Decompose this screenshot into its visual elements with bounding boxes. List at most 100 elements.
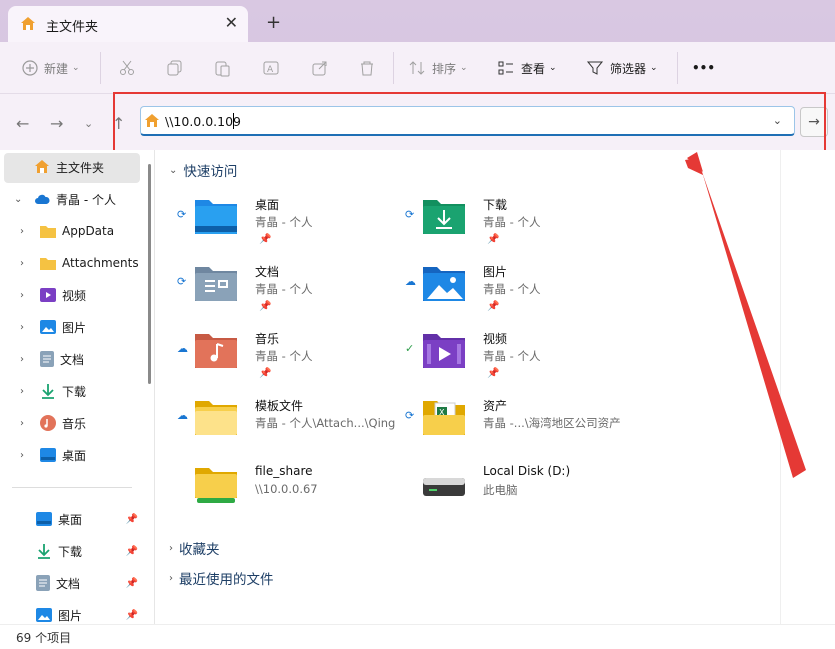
filter-button[interactable]: 筛选器 ⌄ — [586, 56, 658, 80]
item-name: 视频 — [483, 332, 508, 346]
share-button[interactable] — [311, 56, 335, 80]
sidebar-item-label: 文档 — [60, 352, 85, 367]
paste-button[interactable] — [213, 56, 237, 80]
quick-item-documents[interactable]: ⟳ 文档 青晶 - 个人 📌 — [177, 261, 397, 321]
copy-button[interactable] — [166, 56, 190, 80]
pin-icon[interactable]: 📌 — [126, 514, 138, 525]
sidebar-item-desktop[interactable]: › 桌面 — [20, 444, 86, 466]
quick-item-videos[interactable]: ✓ 视频 青晶 - 个人 📌 — [405, 328, 625, 388]
view-icon — [498, 61, 513, 75]
sidebar-item-attachments[interactable]: › Attachments — [20, 252, 139, 274]
sidebar-pinned-pictures[interactable]: 图片 📌 — [36, 604, 146, 626]
check-circle-icon: ✓ — [405, 342, 415, 355]
recent-locations-chevron-icon[interactable]: ⌄ — [84, 117, 93, 130]
cloud-icon: ☁ — [177, 342, 188, 355]
quick-item-desktop[interactable]: ⟳ 桌面 青晶 - 个人 📌 — [177, 194, 397, 254]
sidebar-pinned-documents[interactable]: 文档 📌 — [36, 572, 146, 594]
chevron-down-icon: ⌄ — [169, 164, 178, 176]
sidebar-scrollbar[interactable] — [148, 164, 151, 384]
quick-item-templates[interactable]: ☁ 模板文件 青晶 - 个人\Attach...\Qing — [177, 395, 397, 455]
item-location: 青晶 -...\海湾地区公司资产 — [483, 416, 621, 430]
chevron-down-icon[interactable]: ⌄ — [14, 194, 28, 205]
cut-button[interactable] — [118, 56, 142, 80]
sidebar-item-music[interactable]: › 音乐 — [20, 412, 86, 434]
content-scrollbar-track[interactable] — [780, 150, 781, 624]
quick-item-downloads[interactable]: ⟳ 下载 青晶 - 个人 📌 — [405, 194, 625, 254]
section-title: 最近使用的文件 — [179, 572, 274, 588]
quick-item-music[interactable]: ☁ 音乐 青晶 - 个人 📌 — [177, 328, 397, 388]
folder-icon — [40, 224, 56, 238]
sidebar-item-label: 下载 — [58, 544, 83, 559]
pin-icon[interactable]: 📌 — [126, 546, 138, 557]
home-icon — [20, 16, 36, 35]
item-name: file_share — [255, 464, 313, 478]
chevron-right-icon: › — [20, 289, 24, 301]
back-arrow-icon[interactable]: ← — [16, 114, 29, 133]
section-title: 收藏夹 — [179, 542, 220, 558]
sort-icon — [409, 61, 425, 75]
favorites-header[interactable]: › 收藏夹 — [169, 538, 220, 558]
item-count: 69 个项目 — [16, 631, 72, 645]
navigation-pane: 主文件夹 ⌄ 青晶 - 个人 › AppData › Attachments ›… — [0, 150, 155, 624]
item-location: 青晶 - 个人 — [483, 282, 541, 296]
quick-item-file-share[interactable]: file_share \\10.0.0.67 — [177, 462, 397, 522]
sync-icon: ⟳ — [177, 275, 187, 288]
sidebar-item-videos[interactable]: › 视频 — [20, 284, 86, 306]
cloud-icon: ☁ — [177, 409, 188, 422]
video-icon — [40, 288, 56, 302]
cloud-icon — [34, 193, 50, 205]
delete-button[interactable] — [358, 56, 382, 80]
rename-icon: A — [263, 61, 279, 75]
forward-arrow-icon[interactable]: → — [50, 114, 63, 133]
recent-files-header[interactable]: › 最近使用的文件 — [169, 568, 274, 588]
rename-button[interactable]: A — [262, 56, 286, 80]
pin-icon: 📌 — [259, 301, 272, 312]
new-label: 新建 — [44, 61, 69, 76]
filter-label: 筛选器 — [610, 61, 647, 76]
chevron-right-icon: › — [169, 572, 173, 584]
new-tab-button[interactable]: + — [266, 12, 281, 33]
tab-home[interactable]: 主文件夹 ✕ — [8, 6, 248, 42]
chevron-right-icon: › — [20, 225, 24, 237]
divider — [100, 52, 101, 84]
documents-icon — [40, 351, 54, 367]
download-icon — [36, 543, 52, 559]
close-tab-icon[interactable]: ✕ — [225, 13, 238, 32]
item-location: 青晶 - 个人\Attach...\Qing — [255, 416, 396, 430]
item-location: 青晶 - 个人 — [483, 349, 541, 363]
scissors-icon — [120, 60, 134, 75]
sync-icon: ⟳ — [405, 409, 415, 422]
quick-item-local-disk[interactable]: Local Disk (D:) 此电脑 — [405, 462, 625, 522]
pin-icon[interactable]: 📌 — [126, 578, 138, 589]
pin-icon[interactable]: 📌 — [126, 610, 138, 621]
sidebar-item-home[interactable]: 主文件夹 — [14, 156, 104, 178]
sort-button[interactable]: 排序 ⌄ — [408, 56, 468, 80]
sidebar-item-onedrive[interactable]: ⌄ 青晶 - 个人 — [14, 188, 116, 210]
item-name: Local Disk (D:) — [483, 464, 571, 478]
chevron-right-icon: › — [20, 449, 24, 461]
new-button[interactable]: 新建 ⌄ — [22, 56, 80, 80]
pictures-icon — [40, 320, 56, 334]
quick-access-header[interactable]: ⌄ 快速访问 — [169, 160, 237, 180]
more-options-button[interactable]: ••• — [692, 56, 715, 80]
view-button[interactable]: 查看 ⌄ — [497, 56, 557, 80]
chevron-right-icon: › — [169, 542, 173, 554]
item-location: 青晶 - 个人 — [255, 349, 313, 363]
desktop-folder-icon — [193, 196, 239, 239]
sidebar-item-label: 文档 — [56, 576, 81, 591]
pin-icon: 📌 — [259, 368, 272, 379]
sidebar-item-downloads[interactable]: › 下载 — [20, 380, 86, 402]
sidebar-item-pictures[interactable]: › 图片 — [20, 316, 86, 338]
quick-item-pictures[interactable]: ☁ 图片 青晶 - 个人 📌 — [405, 261, 625, 321]
item-location: \\10.0.0.67 — [255, 482, 318, 496]
item-name: 文档 — [255, 265, 280, 279]
quick-item-assets[interactable]: ⟳ X 资产 青晶 -...\海湾地区公司资产 — [405, 395, 625, 455]
sidebar-pinned-desktop[interactable]: 桌面 📌 — [36, 508, 146, 530]
tab-title: 主文件夹 — [46, 20, 99, 35]
sidebar-pinned-downloads[interactable]: 下载 📌 — [36, 540, 146, 562]
pictures-folder-icon — [421, 263, 467, 306]
sidebar-item-appdata[interactable]: › AppData — [20, 220, 114, 242]
sidebar-item-label: 视频 — [62, 288, 87, 303]
chevron-right-icon: › — [20, 385, 24, 397]
sidebar-item-documents[interactable]: › 文档 — [20, 348, 84, 370]
